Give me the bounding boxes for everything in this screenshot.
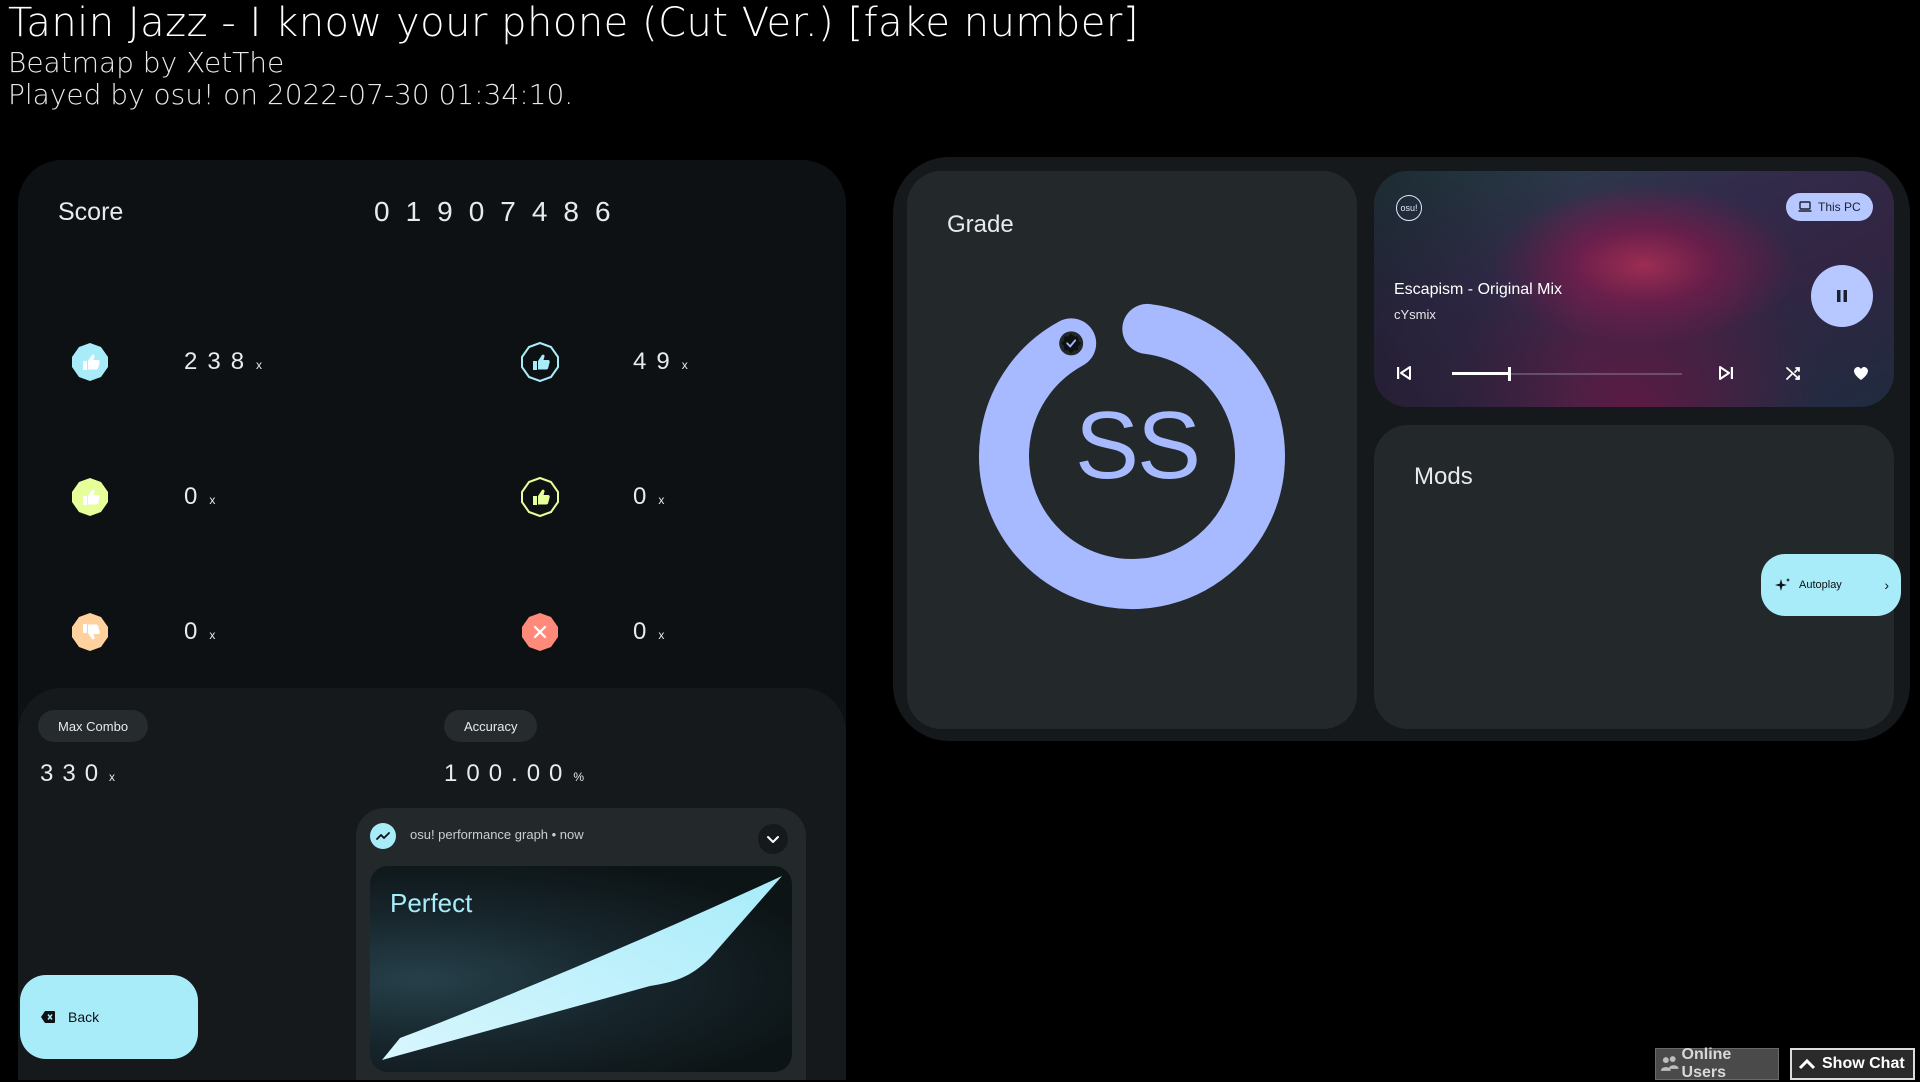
- bad-count: 0x: [184, 618, 216, 645]
- back-button-label: Back: [68, 1009, 100, 1025]
- beatmap-author: Beatmap by XetThe: [8, 46, 285, 79]
- miss-hit-icon: [518, 610, 562, 654]
- mods-label: Mods: [1414, 463, 1473, 490]
- played-by: Played by osu! on 2022-07-30 01:34:10.: [8, 78, 574, 111]
- chevron-down-icon[interactable]: [758, 824, 788, 854]
- max-combo-chip: Max Combo: [38, 710, 149, 742]
- notification-app-name: osu! performance graph • now: [410, 827, 584, 842]
- users-icon: [1660, 1056, 1679, 1071]
- osu-logo-icon: osu!: [1396, 195, 1422, 221]
- performance-graph-notification[interactable]: osu! performance graph • now Perfect: [356, 808, 806, 1080]
- graph-title: Perfect: [390, 888, 473, 918]
- online-users-button[interactable]: Online Users: [1655, 1046, 1779, 1081]
- max-combo-value: 330 x: [40, 760, 116, 787]
- bad-hit-icon: [68, 610, 112, 654]
- track-title: Escapism - Original Mix: [1394, 281, 1563, 298]
- pause-icon: [1837, 290, 1847, 302]
- media-player: osu! This PC Escapism - Original Mix cYs…: [1374, 171, 1894, 407]
- autoplay-label: Autoplay: [1799, 579, 1842, 591]
- pause-button[interactable]: [1811, 265, 1873, 327]
- output-device-button[interactable]: This PC: [1786, 193, 1873, 221]
- track-artist: cYsmix: [1394, 307, 1436, 322]
- good-count: 0x: [184, 483, 216, 510]
- meh-count: 0x: [633, 483, 665, 510]
- ok-count: 49 x: [633, 348, 688, 375]
- beatmap-title: Tanin Jazz - I know your phone (Cut Ver.…: [8, 0, 1139, 46]
- grade-letter: SS: [1074, 392, 1201, 499]
- back-button[interactable]: Back: [20, 975, 198, 1059]
- laptop-icon: [1798, 201, 1812, 212]
- meh-hit-icon: [518, 475, 562, 519]
- sparkle-icon: [1775, 578, 1790, 591]
- seek-bar[interactable]: [1452, 367, 1682, 381]
- score-label: Score: [58, 198, 124, 226]
- miss-count: 0x: [633, 618, 665, 645]
- verified-badge-icon: [1059, 331, 1084, 356]
- previous-track-icon[interactable]: [1394, 363, 1414, 383]
- accuracy-value: 100.00%: [444, 760, 585, 787]
- trending-icon: [370, 823, 396, 849]
- show-chat-label: Show Chat: [1822, 1055, 1905, 1072]
- good-hit-icon: [68, 475, 112, 519]
- score-value: 01907486: [374, 196, 627, 227]
- grade-card: Grade SS: [907, 171, 1357, 729]
- ok-hit-icon: [518, 340, 562, 384]
- accuracy-chip: Accuracy: [444, 710, 538, 742]
- show-chat-button[interactable]: Show Chat: [1790, 1048, 1915, 1080]
- chevron-up-icon: [1798, 1058, 1816, 1070]
- online-users-label: Online Users: [1681, 1046, 1732, 1081]
- performance-graph: Perfect: [370, 866, 792, 1072]
- output-device-label: This PC: [1818, 200, 1861, 214]
- backspace-icon: [41, 1011, 55, 1023]
- great-count: 238 x: [184, 348, 263, 375]
- heart-icon[interactable]: [1851, 363, 1871, 383]
- next-track-icon[interactable]: [1716, 363, 1736, 383]
- autoplay-mod-chip[interactable]: Autoplay ›: [1761, 554, 1901, 616]
- grade-label: Grade: [947, 211, 1014, 238]
- chevron-right-icon: ›: [1884, 577, 1889, 593]
- great-hit-icon: [68, 340, 112, 384]
- shuffle-icon[interactable]: [1784, 363, 1804, 383]
